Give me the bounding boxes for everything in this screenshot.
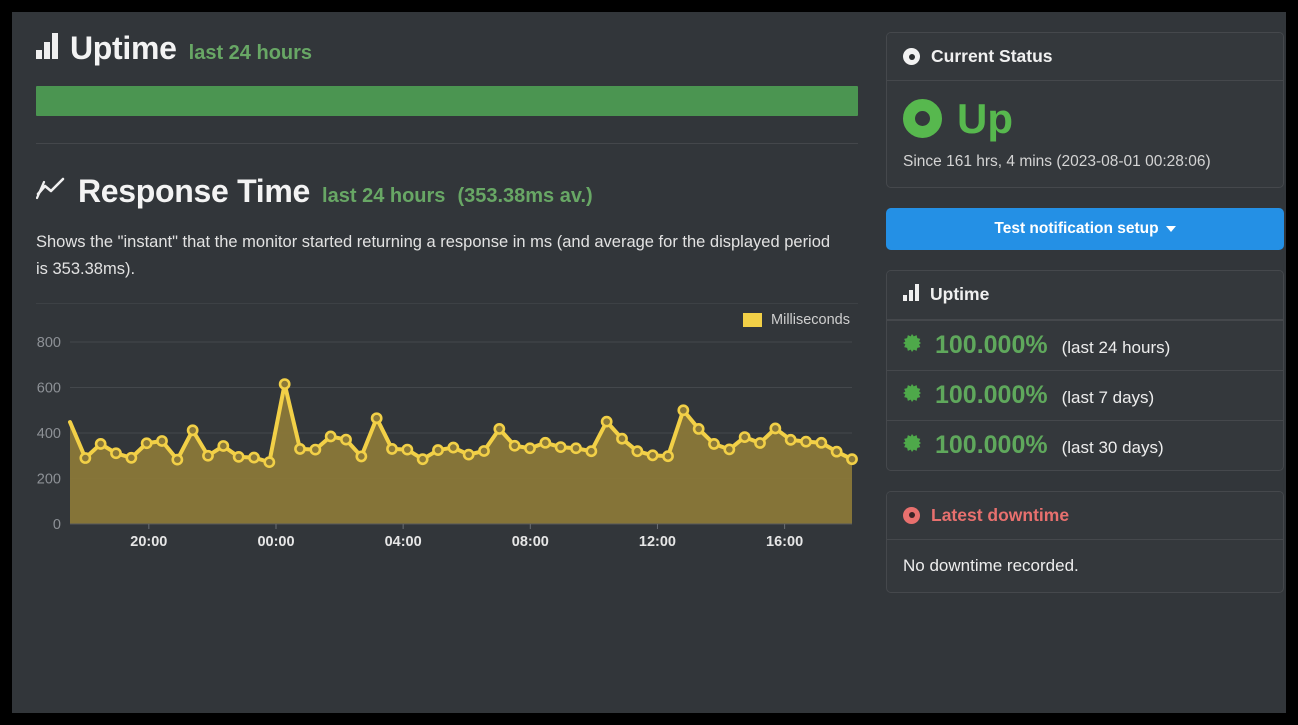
record-dot-icon: [903, 506, 920, 524]
response-time-heading: Response Time last 24 hours (353.38ms av…: [34, 175, 860, 207]
uptime-row: 100.000% (last 24 hours): [887, 319, 1283, 370]
uptime-percent: 100.000%: [935, 380, 1048, 409]
bar-chart-icon: [903, 283, 919, 306]
uptime-period: (last 30 days): [1061, 437, 1164, 457]
svg-text:00:00: 00:00: [257, 534, 294, 550]
burst-icon: [903, 433, 921, 457]
caret-down-icon: [1165, 225, 1176, 232]
uptime-bar-container: [34, 86, 860, 116]
test-notification-setup-button[interactable]: Test notification setup: [886, 207, 1284, 250]
response-time-subtitle: last 24 hours: [322, 185, 446, 207]
uptime-card-header: Uptime: [887, 270, 1283, 320]
svg-text:200: 200: [37, 472, 61, 488]
svg-text:20:00: 20:00: [130, 534, 167, 550]
uptime-card-title: Uptime: [930, 284, 990, 305]
legend-label-milliseconds: Milliseconds: [771, 312, 850, 329]
uptime-percent: 100.000%: [935, 430, 1048, 459]
burst-icon: [903, 383, 921, 407]
dashboard-frame: Uptime last 24 hours Response Time last …: [12, 12, 1286, 713]
main-content-column: Uptime last 24 hours Response Time last …: [34, 32, 860, 713]
svg-text:400: 400: [37, 426, 61, 442]
current-status-card: Current Status Up Since 161 hrs, 4 mins …: [886, 32, 1284, 188]
latest-downtime-card: Latest downtime No downtime recorded.: [886, 490, 1284, 593]
uptime-period: (last 7 days): [1061, 387, 1155, 407]
record-dot-icon: [903, 48, 920, 65]
uptime-heading: Uptime last 24 hours: [34, 32, 860, 64]
uptime-row: 100.000% (last 30 days): [887, 419, 1283, 470]
status-text: Up: [957, 95, 1013, 142]
uptime-title: Uptime: [70, 30, 177, 66]
chart-legend[interactable]: Milliseconds: [743, 312, 850, 328]
bar-chart-icon: [36, 32, 58, 64]
dashboard-columns: Uptime last 24 hours Response Time last …: [12, 12, 1286, 713]
chart-divider: [36, 303, 858, 305]
line-chart-icon: [35, 177, 66, 206]
svg-text:16:00: 16:00: [766, 534, 803, 550]
chart-plot-area: 0 200 400 600 800 20:00 00:00 04:00 08:00 12:00 16…: [34, 334, 860, 558]
response-time-chart: Milliseconds 0 200 400 600 800 20:00 00:00 04:0…: [34, 308, 860, 558]
latest-downtime-title: Latest downtime: [931, 504, 1070, 525]
uptime-row: 100.000% (last 7 days): [887, 369, 1283, 420]
section-divider: [36, 143, 858, 144]
svg-text:04:00: 04:00: [385, 534, 422, 550]
response-time-block: Response Time last 24 hours (353.38ms av…: [34, 175, 860, 282]
burst-icon: [903, 333, 921, 357]
response-time-title: Response Time: [78, 173, 311, 209]
uptime-card: Uptime 100.000% (last 24 hours) 100.000%…: [886, 269, 1284, 471]
response-time-description: Shows the "instant" that the monitor sta…: [36, 233, 831, 278]
svg-text:0: 0: [53, 517, 61, 533]
status-line: Up: [903, 95, 1267, 142]
svg-text:600: 600: [37, 381, 61, 397]
response-time-average: (353.38ms av.): [457, 185, 593, 207]
uptime-subtitle: last 24 hours: [188, 42, 313, 64]
latest-downtime-body: No downtime recorded.: [903, 555, 1079, 575]
uptime-period: (last 24 hours): [1061, 337, 1171, 357]
up-ring-icon: [903, 99, 942, 139]
legend-swatch-milliseconds: [743, 313, 763, 328]
current-status-header: Current Status: [887, 33, 1283, 81]
latest-downtime-header: Latest downtime: [887, 491, 1283, 540]
svg-text:12:00: 12:00: [639, 534, 676, 550]
current-status-body: Up Since 161 hrs, 4 mins (2023-08-01 00:…: [887, 81, 1283, 187]
sidebar-column: Current Status Up Since 161 hrs, 4 mins …: [886, 32, 1284, 713]
uptime-bar[interactable]: [36, 86, 858, 116]
current-status-title: Current Status: [931, 46, 1053, 66]
svg-text:08:00: 08:00: [512, 534, 549, 550]
svg-text:800: 800: [37, 335, 61, 351]
test-notification-label: Test notification setup: [994, 219, 1159, 237]
status-since-text: Since 161 hrs, 4 mins (2023-08-01 00:28:…: [903, 152, 1211, 170]
uptime-percent: 100.000%: [935, 330, 1048, 359]
